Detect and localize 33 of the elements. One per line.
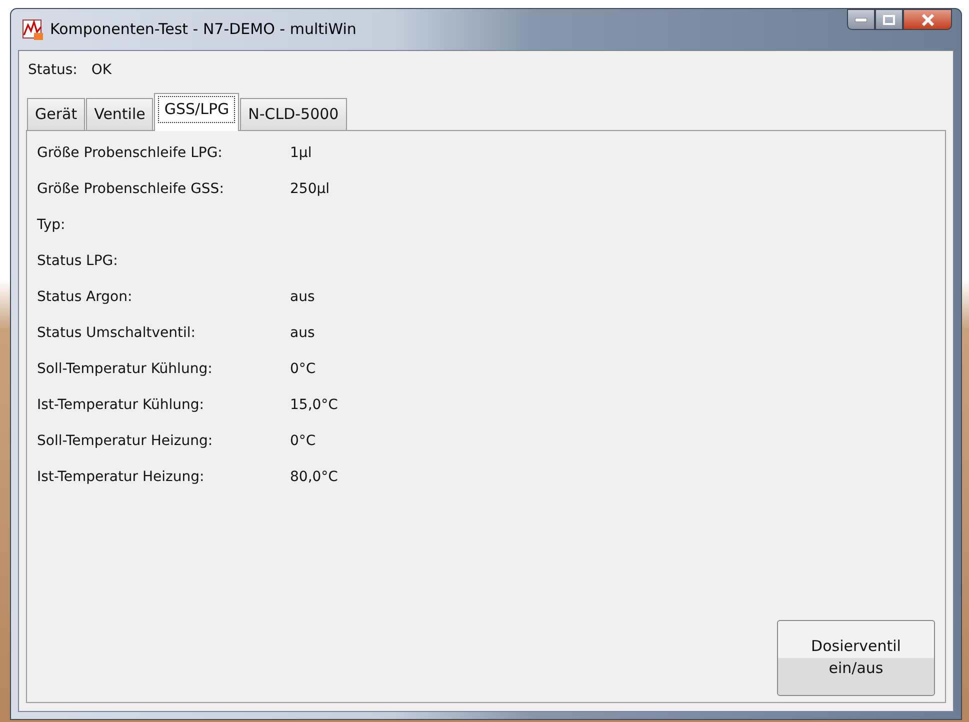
tab[interactable]: Gerät <box>27 98 86 130</box>
tab[interactable]: GSS/LPG <box>154 93 240 130</box>
minimize-button[interactable] <box>847 9 875 30</box>
field-value: 15,0°C <box>290 396 338 415</box>
field-label: Soll-Temperatur Heizung: <box>37 432 214 451</box>
field-label: Größe Probenschleife LPG: <box>37 144 224 163</box>
status-label: Status: <box>28 61 78 80</box>
dosing-valve-button[interactable]: Dosierventil ein/aus <box>777 620 935 696</box>
close-button[interactable] <box>903 9 952 30</box>
app-icon <box>22 18 44 40</box>
window-title: Komponenten-Test - N7-DEMO - multiWin <box>50 19 356 40</box>
field-label: Größe Probenschleife GSS: <box>37 180 225 199</box>
field-value: aus <box>290 288 315 307</box>
field-label: Ist-Temperatur Heizung: <box>37 468 206 487</box>
field-value: 250µl <box>290 180 330 199</box>
field-value: 0°C <box>290 360 316 379</box>
field-label: Status Argon: <box>37 288 134 307</box>
field-value: 1µl <box>290 144 312 163</box>
field-label: Typ: <box>37 216 66 235</box>
close-icon <box>920 14 934 26</box>
tab[interactable]: N-CLD-5000 <box>240 98 347 130</box>
field-label: Status Umschaltventil: <box>37 324 197 343</box>
minimize-icon <box>855 18 867 22</box>
field-value: aus <box>290 324 315 343</box>
tab[interactable]: Ventile <box>86 98 154 130</box>
field-label: Status LPG: <box>37 252 119 271</box>
field-value: 80,0°C <box>290 468 338 487</box>
field-label: Soll-Temperatur Kühlung: <box>37 360 214 379</box>
field-value: 0°C <box>290 432 316 451</box>
maximize-icon <box>883 14 895 24</box>
status-value: OK <box>91 61 112 80</box>
maximize-button[interactable] <box>875 9 903 30</box>
field-label: Ist-Temperatur Kühlung: <box>37 396 205 415</box>
